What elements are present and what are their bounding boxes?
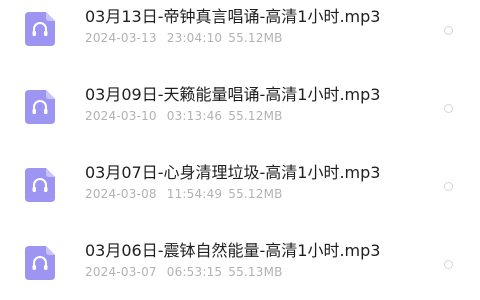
file-name: 03月07日-心身清理垃圾-高清1小时.mp3: [85, 163, 381, 182]
file-time: 23:04:10: [166, 31, 223, 45]
file-size: 55.12MB: [228, 31, 283, 45]
audio-file-icon: [25, 90, 55, 124]
file-meta: 2024-03-13 23:04:10 55.12MB: [85, 30, 283, 46]
file-time: 06:53:15: [166, 265, 223, 279]
select-radio[interactable]: [444, 26, 453, 35]
select-radio[interactable]: [444, 260, 453, 269]
file-date: 2024-03-07: [85, 265, 157, 279]
file-list: 03月13日-帝钟真言唱诵-高清1小时.mp3 2024-03-13 23:04:…: [0, 0, 480, 300]
select-radio[interactable]: [444, 182, 453, 191]
audio-file-icon: [25, 246, 55, 280]
file-row[interactable]: 03月09日-天籁能量唱诵-高清1小时.mp3 2024-03-10 03:13:…: [0, 80, 480, 138]
file-meta: 2024-03-08 11:54:49 55.12MB: [85, 186, 283, 202]
file-meta: 2024-03-10 03:13:46 55.12MB: [85, 108, 283, 124]
file-row[interactable]: 03月06日-震钵自然能量-高清1小时.mp3 2024-03-07 06:53:…: [0, 236, 480, 294]
file-name: 03月13日-帝钟真言唱诵-高清1小时.mp3: [85, 7, 381, 26]
file-date: 2024-03-13: [85, 31, 157, 45]
file-time: 03:13:46: [166, 109, 223, 123]
select-radio[interactable]: [444, 104, 453, 113]
file-row[interactable]: 03月07日-心身清理垃圾-高清1小时.mp3 2024-03-08 11:54:…: [0, 158, 480, 216]
file-date: 2024-03-08: [85, 187, 157, 201]
file-name: 03月06日-震钵自然能量-高清1小时.mp3: [85, 241, 381, 260]
file-date: 2024-03-10: [85, 109, 157, 123]
file-name: 03月09日-天籁能量唱诵-高清1小时.mp3: [85, 85, 381, 104]
file-meta: 2024-03-07 06:53:15 55.13MB: [85, 264, 283, 280]
file-time: 11:54:49: [166, 187, 223, 201]
file-size: 55.13MB: [228, 265, 283, 279]
audio-file-icon: [25, 12, 55, 46]
file-size: 55.12MB: [228, 187, 283, 201]
file-row[interactable]: 03月13日-帝钟真言唱诵-高清1小时.mp3 2024-03-13 23:04:…: [0, 2, 480, 60]
file-size: 55.12MB: [228, 109, 283, 123]
audio-file-icon: [25, 168, 55, 202]
